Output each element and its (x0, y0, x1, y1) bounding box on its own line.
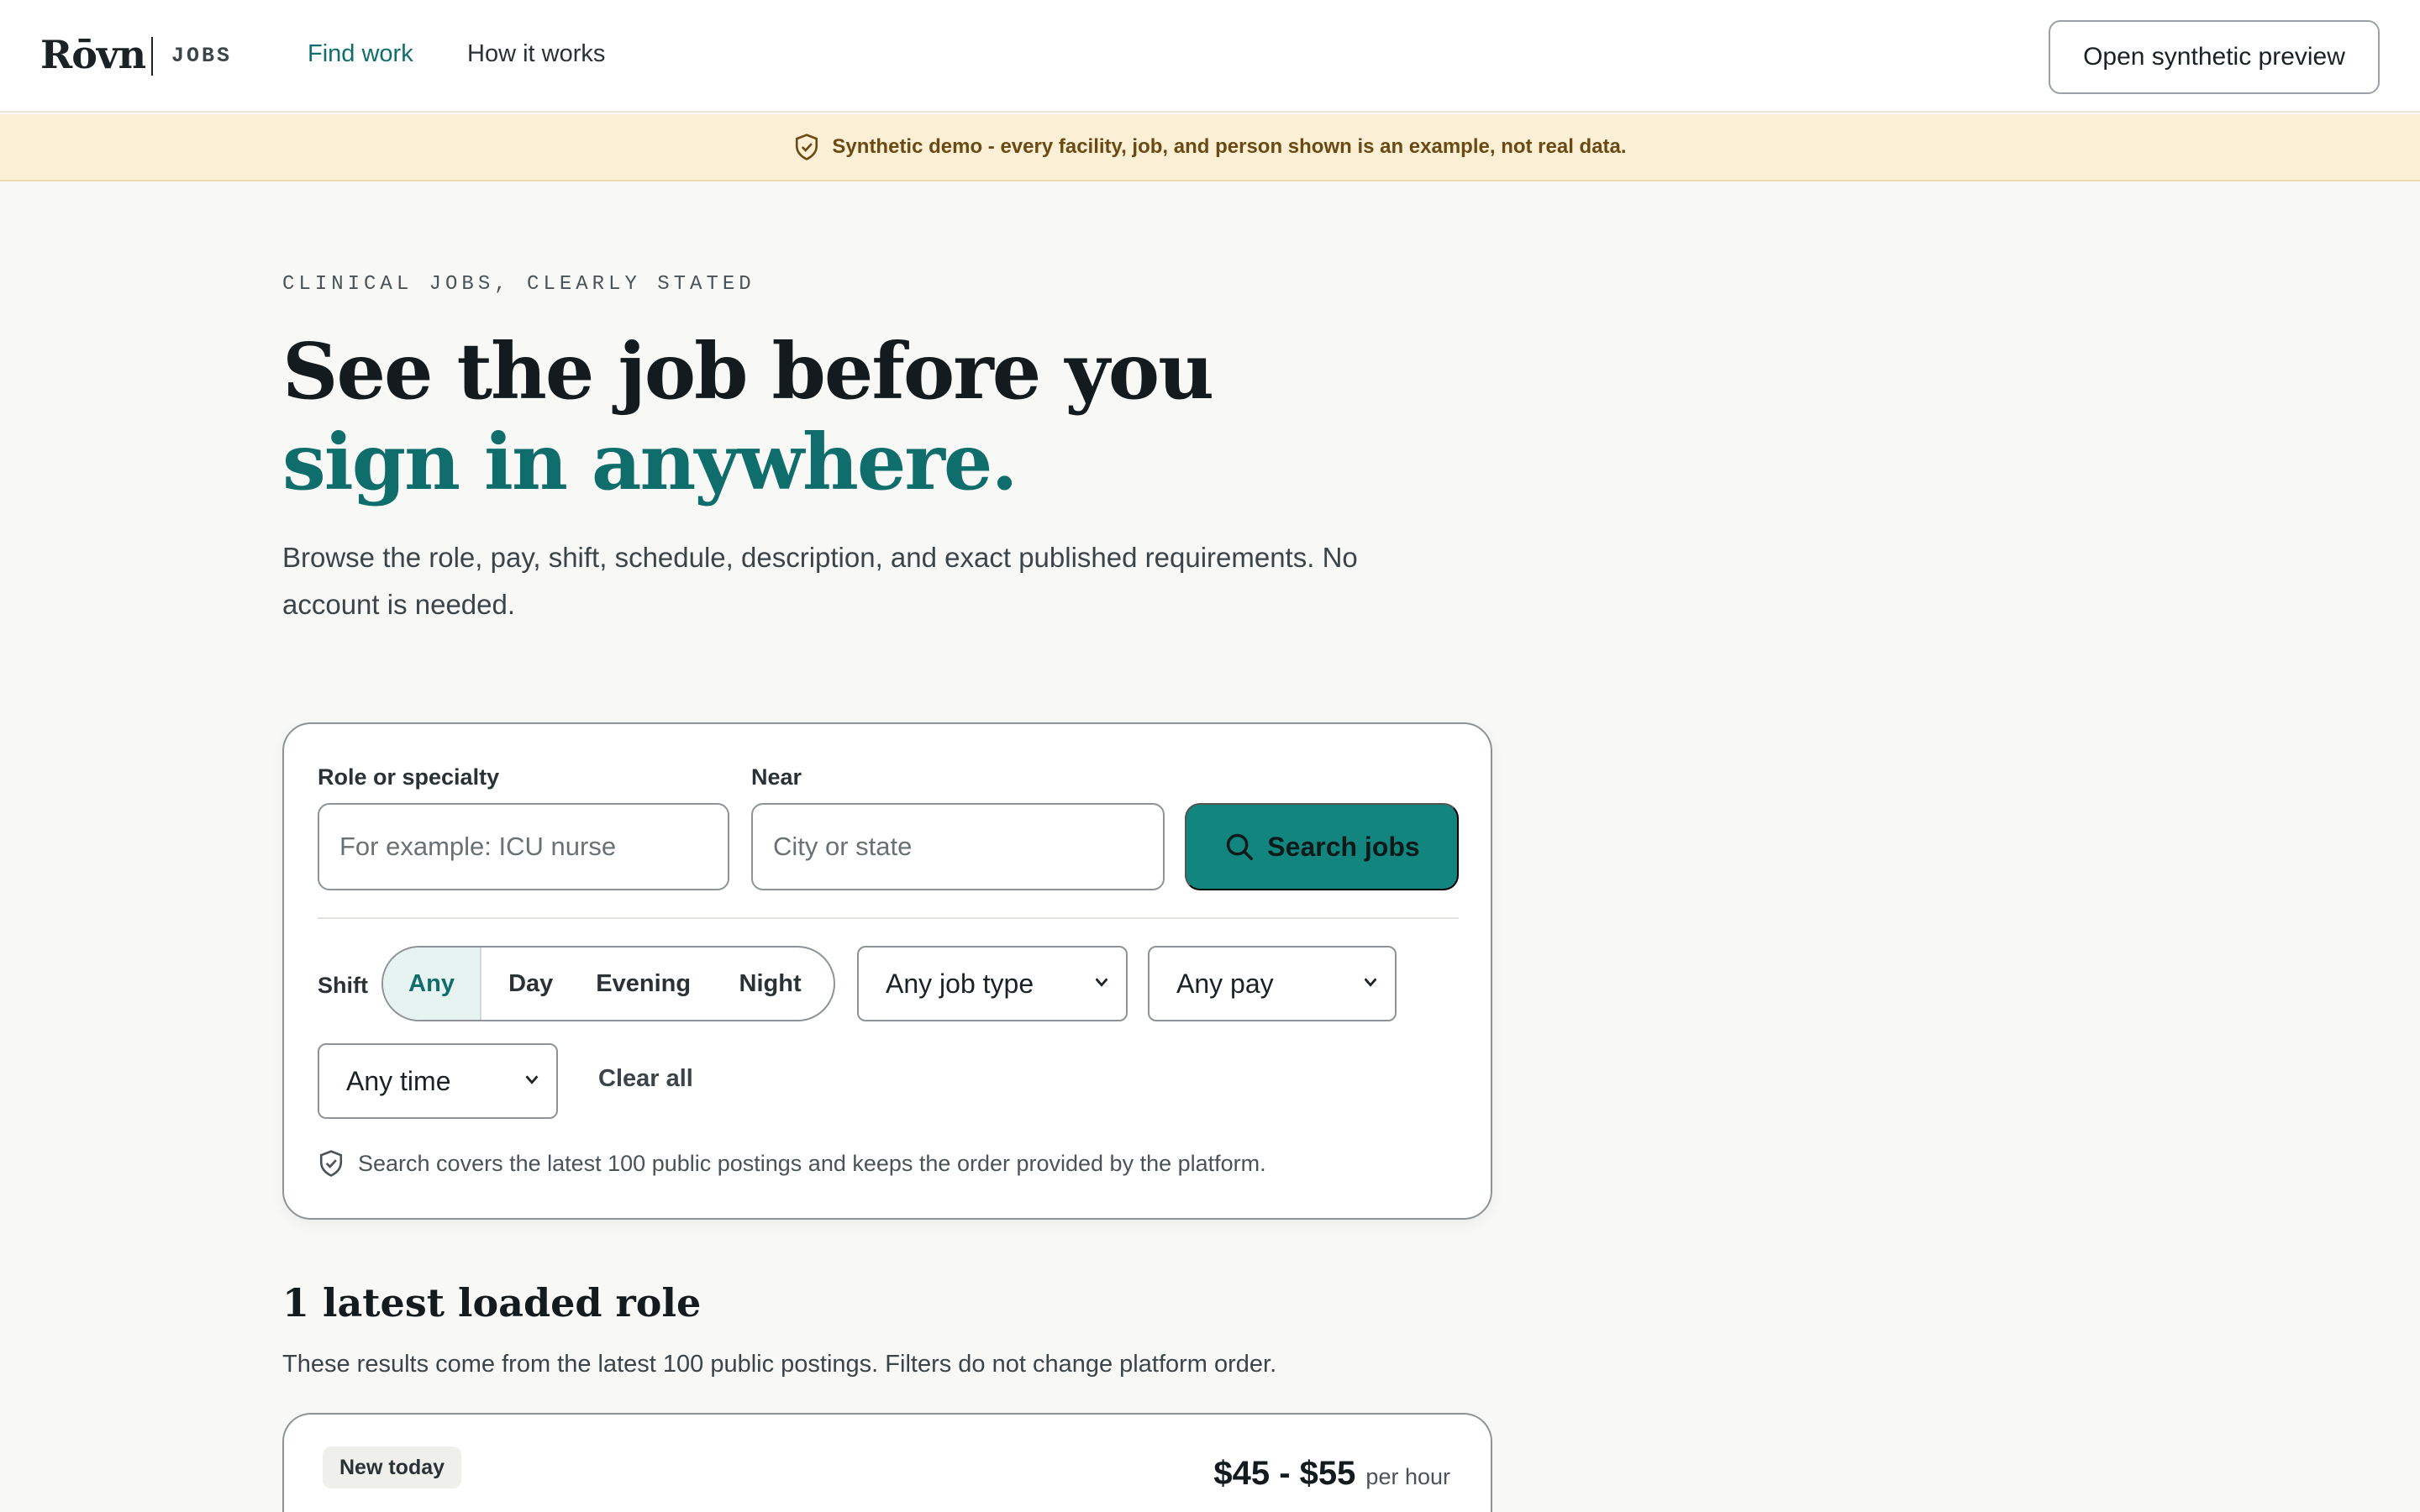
clear-all-button[interactable]: Clear all (598, 1065, 693, 1093)
job-type-select[interactable]: Any job type (857, 946, 1128, 1021)
logo-divider (151, 37, 153, 76)
hero-title-accent: sign in anywhere. (282, 417, 1018, 507)
shift-segmented-control: Any Day Evening Night (381, 946, 835, 1021)
banner-text: Synthetic demo - every facility, job, an… (832, 135, 1627, 158)
shield-check-icon (796, 134, 818, 160)
role-input[interactable]: For example: ICU nurse (318, 803, 729, 890)
shift-option-night[interactable]: Night (707, 948, 834, 1020)
pay-amount: $45 - $55 (1213, 1455, 1356, 1492)
near-label: Near (751, 764, 802, 790)
hero-title: See the job before you sign in anywhere. (282, 326, 1375, 507)
shift-label: Shift (318, 973, 368, 998)
time-select[interactable]: Any time (318, 1043, 558, 1119)
shift-option-day[interactable]: Day (481, 948, 580, 1020)
nav-find-work[interactable]: Find work (308, 40, 413, 68)
search-jobs-label: Search jobs (1267, 831, 1420, 862)
chevron-down-icon (1095, 978, 1108, 987)
synthetic-demo-banner: Synthetic demo - every facility, job, an… (0, 114, 2420, 181)
nav-how-it-works[interactable]: How it works (467, 40, 605, 68)
search-card: Role or specialty For example: ICU nurse… (282, 722, 1492, 1220)
role-label: Role or specialty (318, 764, 500, 790)
search-note: Search covers the latest 100 public post… (318, 1149, 1266, 1178)
chevron-down-icon (1364, 978, 1377, 987)
results-title: 1 latest loaded role (282, 1280, 702, 1326)
logo[interactable]: Rōvn (40, 32, 146, 77)
new-today-badge: New today (323, 1446, 462, 1488)
logo-subtitle: JOBS (171, 44, 233, 68)
open-synthetic-preview-button[interactable]: Open synthetic preview (2049, 20, 2380, 94)
shift-option-any[interactable]: Any (383, 948, 482, 1020)
job-card[interactable]: New today $45 - $55 per hour (282, 1413, 1492, 1512)
time-value: Any time (346, 1065, 451, 1096)
card-divider (318, 917, 1459, 919)
job-type-value: Any job type (886, 968, 1034, 999)
chevron-down-icon (525, 1075, 539, 1084)
hero-title-main: See the job before you (282, 326, 1214, 417)
shift-option-evening[interactable]: Evening (580, 948, 707, 1020)
hero-eyebrow: CLINICAL JOBS, CLEARLY STATED (282, 273, 755, 296)
shield-check-icon (319, 1150, 343, 1177)
search-jobs-button[interactable]: Search jobs (1185, 803, 1459, 890)
hero-subtitle: Browse the role, pay, shift, schedule, d… (282, 542, 1358, 620)
search-note-text: Search covers the latest 100 public post… (358, 1150, 1266, 1176)
top-header: Rōvn JOBS Find work How it works Open sy… (0, 0, 2420, 113)
pay-value: Any pay (1176, 968, 1274, 999)
pay-select[interactable]: Any pay (1148, 946, 1397, 1021)
near-input[interactable]: City or state (751, 803, 1165, 890)
search-icon (1227, 833, 1254, 860)
job-pay: $45 - $55 per hour (1213, 1455, 1450, 1493)
pay-unit: per hour (1365, 1464, 1450, 1489)
results-subtitle: These results come from the latest 100 p… (282, 1351, 1277, 1378)
